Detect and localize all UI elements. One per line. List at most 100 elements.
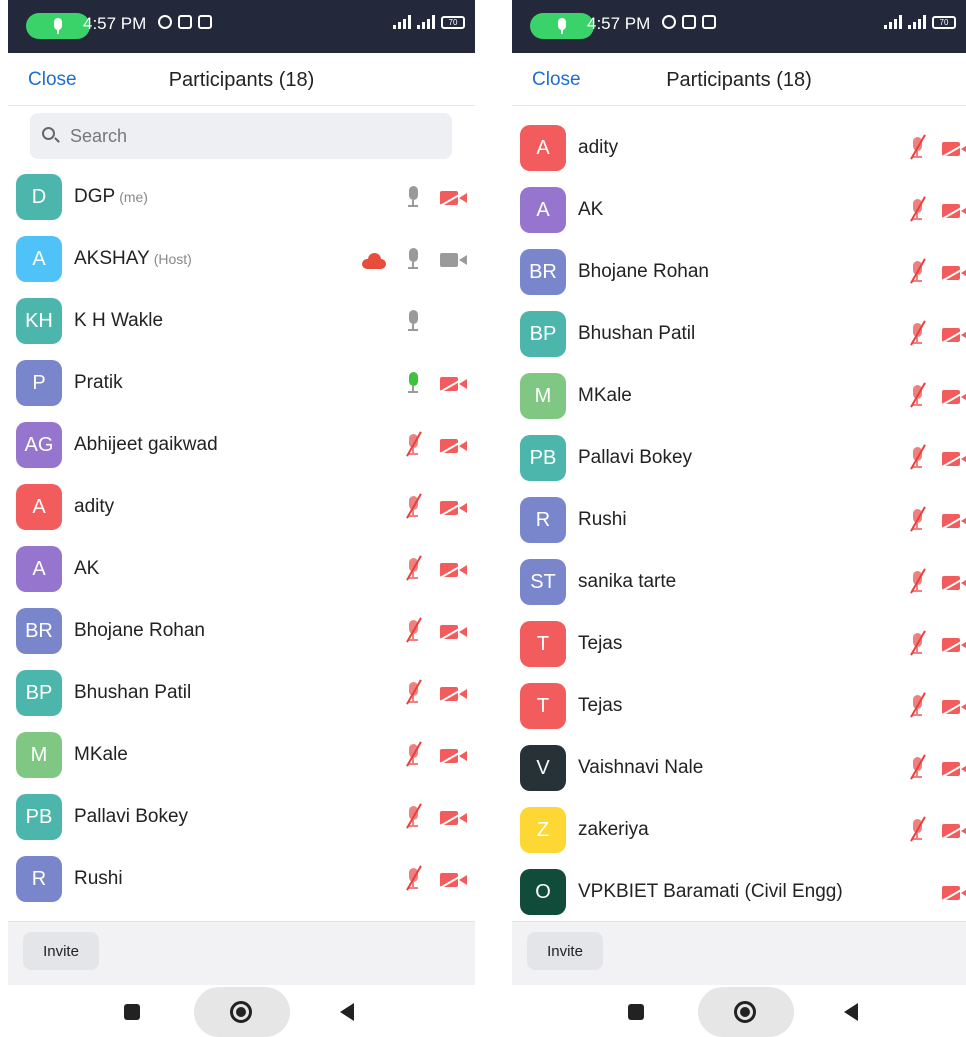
mic-cap	[409, 806, 418, 820]
camera-lens	[961, 206, 966, 216]
video-off-icon	[440, 190, 468, 206]
camera-lens	[459, 751, 467, 761]
invite-button[interactable]: Invite	[23, 932, 99, 970]
ongoing-call-pill[interactable]	[26, 13, 90, 39]
participant-row[interactable]: BR Bhojane Rohan	[8, 600, 475, 662]
participant-row[interactable]: T Tejas	[512, 613, 966, 675]
avatar: PB	[16, 794, 62, 840]
battery-icon: 70	[932, 15, 956, 29]
mic-cap	[409, 434, 418, 448]
participant-row[interactable]: AG Abhijeet gaikwad	[8, 414, 475, 476]
participant-row[interactable]: ST sanika tarte	[512, 551, 966, 613]
android-nav-bar	[8, 985, 475, 1037]
back-icon[interactable]	[340, 1003, 354, 1021]
participant-name-text: adity	[74, 496, 115, 517]
camera-lens	[961, 516, 966, 526]
mic-muted-icon	[910, 199, 924, 221]
video-off-icon	[942, 575, 966, 591]
participant-row[interactable]: Aadity	[512, 117, 966, 179]
recents-icon[interactable]	[628, 1004, 644, 1020]
participant-name: AKSHAY (Host)	[74, 248, 192, 270]
avatar: O	[520, 869, 566, 915]
video-off-icon	[942, 203, 966, 219]
participant-row[interactable]: BR Bhojane Rohan	[512, 241, 966, 303]
participant-row[interactable]: A AK	[8, 538, 475, 600]
camera-body	[942, 762, 960, 776]
participant-row[interactable]: T Tejas	[512, 675, 966, 737]
mic-muted-icon	[406, 806, 420, 828]
mic-muted-icon	[910, 385, 924, 407]
avatar: M	[520, 373, 566, 419]
participant-row[interactable]: O VPKBIET Baramati (Civil Engg)	[512, 861, 966, 921]
participant-row[interactable]: KH K H Wakle	[8, 290, 475, 352]
participant-name-text: Abhijeet gaikwad	[74, 434, 218, 455]
mic-muted-icon	[910, 509, 924, 531]
participant-row[interactable]: BP Bhushan Patil	[512, 303, 966, 365]
recents-icon[interactable]	[124, 1004, 140, 1020]
avatar: A	[16, 236, 62, 282]
participant-row[interactable]: V Vaishnavi Nale	[512, 737, 966, 799]
ongoing-call-pill[interactable]	[530, 13, 594, 39]
status-time: 4:57 PM	[587, 14, 651, 33]
mic-base	[912, 404, 922, 406]
participant-row[interactable]: R Rushi	[8, 848, 475, 910]
participant-row[interactable]: M MKale	[512, 365, 966, 427]
participant-name-text: AK	[578, 199, 604, 220]
participant-row[interactable]: BP Bhushan Patil	[8, 662, 475, 724]
mic-cap	[409, 186, 418, 200]
home-icon[interactable]	[734, 1001, 756, 1023]
participant-row[interactable]: PB Pallavi Bokey	[8, 786, 475, 848]
system-icons: 70	[393, 15, 465, 29]
notification-icons	[662, 15, 716, 29]
participant-name-text: K H Wakle	[74, 310, 164, 331]
mic-cap	[913, 633, 922, 647]
instagram-icon	[662, 15, 676, 29]
participant-row[interactable]: A AKSHAY (Host)	[8, 228, 475, 290]
participant-row[interactable]: Aadity	[8, 476, 475, 538]
video-off-icon	[440, 748, 468, 764]
video-off-icon	[942, 699, 966, 715]
participant-name-text: Rushi	[74, 868, 123, 889]
mic-muted-icon	[910, 261, 924, 283]
mic-base	[408, 391, 418, 393]
mic-cap	[409, 310, 418, 324]
mic-muted-icon	[910, 571, 924, 593]
mic-icon	[406, 310, 420, 332]
back-icon[interactable]	[844, 1003, 858, 1021]
mic-muted-icon	[406, 620, 420, 642]
avatar: D	[16, 174, 62, 220]
participant-name: Tejas	[578, 633, 622, 655]
search-input[interactable]: Search	[30, 113, 452, 159]
participant-row[interactable]: R Rushi	[512, 489, 966, 551]
participant-name: adity	[578, 137, 618, 159]
video-off-icon	[440, 624, 468, 640]
camera-body	[440, 253, 458, 267]
mic-cap	[409, 248, 418, 262]
participant-row[interactable]: D DGP (me)	[8, 166, 475, 228]
participant-row[interactable]: P Pratik	[8, 352, 475, 414]
participants-list[interactable]: D DGP (me) A AKSHAY (Host) KH K H Wakle P Pratik A…	[8, 166, 475, 921]
status-time: 4:57 PM	[83, 14, 147, 33]
participant-row[interactable]: A AK	[512, 179, 966, 241]
participant-name: MKale	[74, 744, 128, 766]
camera-lens	[961, 392, 966, 402]
camera-lens	[961, 454, 966, 464]
mic-muted-icon	[910, 447, 924, 469]
camera-body	[942, 514, 960, 528]
participant-row[interactable]: PB Pallavi Bokey	[512, 427, 966, 489]
video-off-icon	[440, 686, 468, 702]
camera-body	[440, 377, 458, 391]
message-icon	[198, 15, 212, 29]
signal-icon	[884, 15, 902, 29]
signal-icon	[393, 15, 411, 29]
camera-body	[440, 873, 458, 887]
home-icon[interactable]	[230, 1001, 252, 1023]
avatar: ST	[520, 559, 566, 605]
participant-row[interactable]: Zzakeriya	[512, 799, 966, 861]
participant-row[interactable]: M MKale	[8, 724, 475, 786]
mic-icon	[406, 372, 420, 394]
mic-base	[408, 639, 418, 641]
invite-button[interactable]: Invite	[527, 932, 603, 970]
participants-header: Close Participants (18)	[8, 53, 475, 106]
participants-list[interactable]: Aadity A AK BR Bhojane Rohan BP Bhushan Patil M…	[512, 117, 966, 921]
